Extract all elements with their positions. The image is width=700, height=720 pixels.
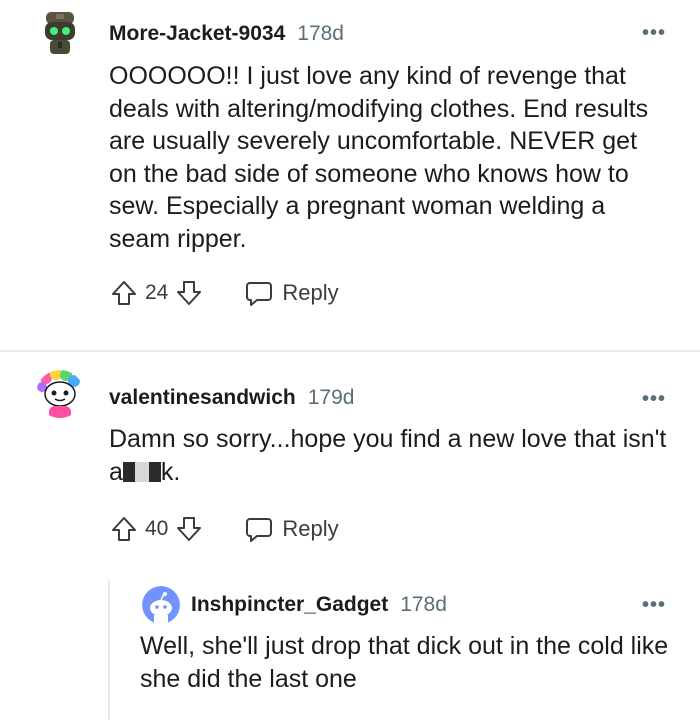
upvote-icon[interactable] — [109, 514, 139, 544]
avatar-inshpincter-gadget[interactable] — [142, 586, 180, 624]
comment-3: Inshpincter_Gadget 178d ••• Well, she'll… — [0, 580, 700, 720]
avatar-valentinesandwich[interactable] — [36, 370, 84, 418]
more-options-icon[interactable]: ••• — [642, 595, 666, 615]
comment-meta: Inshpincter_Gadget 178d — [191, 593, 447, 617]
comment-age: 179d — [307, 386, 355, 409]
reply-button[interactable]: Reply — [244, 514, 339, 544]
comment-author[interactable]: More-Jacket-9034 — [109, 22, 285, 46]
reply-label: Reply — [282, 516, 339, 541]
vote-control: 40 — [109, 514, 204, 544]
vote-control: 24 — [109, 278, 204, 308]
censor-blur — [122, 461, 161, 482]
comment-author[interactable]: Inshpincter_Gadget — [191, 593, 388, 617]
comment-actions: 40 Reply — [109, 514, 339, 544]
comment-body: Well, she'll just drop that dick out in … — [140, 632, 669, 693]
comment-age: 178d — [400, 593, 447, 616]
more-options-icon[interactable]: ••• — [642, 23, 666, 43]
downvote-icon[interactable] — [174, 514, 204, 544]
comment-meta: valentinesandwich 179d — [109, 386, 354, 410]
vote-count: 40 — [145, 517, 169, 540]
comment-body: Damn so sorry...hope you find a new love… — [109, 423, 679, 488]
avatar-default-snoo-icon — [142, 586, 180, 624]
comment-body: OOOOOO!! I just love any kind of revenge… — [109, 62, 649, 253]
comment-actions: 24 Reply — [109, 278, 339, 308]
comment-1: More-Jacket-9034 178d ••• OOOOOO!! I jus… — [0, 0, 700, 350]
comment-body-text: Damn so sorry...hope you find a new love… — [109, 425, 667, 486]
speech-bubble-icon — [246, 282, 273, 306]
comment-body-text-end: k. — [160, 457, 181, 486]
vote-count: 24 — [145, 281, 169, 304]
speech-bubble-icon — [246, 518, 273, 542]
avatar-snoo-rainbow-icon — [37, 370, 80, 418]
avatar-snoo-helmet-icon — [36, 8, 84, 56]
upvote-icon[interactable] — [109, 278, 139, 308]
reply-label: Reply — [282, 280, 339, 305]
comment-author[interactable]: valentinesandwich — [109, 386, 296, 410]
reply-button[interactable]: Reply — [244, 278, 339, 308]
downvote-icon[interactable] — [174, 278, 204, 308]
comment-age: 178d — [297, 22, 344, 45]
avatar-more-jacket[interactable] — [36, 8, 84, 56]
comment-meta: More-Jacket-9034 178d — [109, 22, 344, 46]
more-options-icon[interactable]: ••• — [642, 389, 666, 409]
